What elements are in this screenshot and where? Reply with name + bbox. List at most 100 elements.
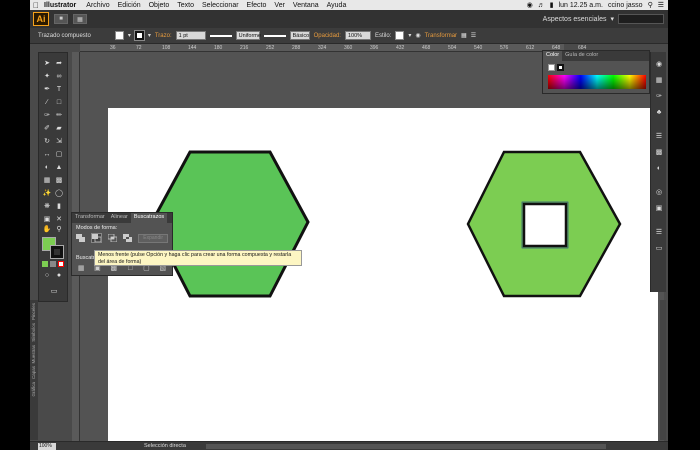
transform-link[interactable]: Transformar — [425, 33, 457, 39]
eraser-icon[interactable]: ▰ — [54, 124, 64, 134]
zoom-level-field[interactable]: 100% — [38, 442, 56, 450]
color-spectrum-bar[interactable] — [548, 75, 646, 89]
tab-transformar[interactable]: Transformar — [72, 213, 108, 223]
artboard-icon[interactable]: ▣ — [42, 215, 52, 225]
help-search-input[interactable] — [618, 14, 664, 24]
menu-efecto[interactable]: Efecto — [243, 2, 271, 9]
width-icon[interactable]: ↔ — [42, 150, 52, 160]
free-transform-icon[interactable]: ▢ — [54, 150, 64, 160]
selection-icon[interactable]: ➤ — [42, 59, 52, 69]
notification-center-icon[interactable]: ☰ — [658, 1, 664, 9]
draw-normal-icon[interactable]: ○ — [42, 271, 52, 281]
chevron-down-icon[interactable]: ▾ — [610, 15, 614, 23]
divide-button[interactable]: ▦ — [76, 263, 86, 273]
vertical-tab[interactable]: Muestras — [31, 345, 36, 364]
user-name[interactable]: ccino jasso — [608, 2, 643, 9]
brushes-icon[interactable]: ✑ — [654, 92, 664, 102]
app-menu-illustrator[interactable]: Illustrator — [42, 2, 82, 9]
workspace-name[interactable]: Aspectos esenciales — [543, 16, 607, 23]
pencil-icon[interactable]: ✏ — [54, 111, 64, 121]
artboard[interactable] — [108, 108, 658, 442]
horizontal-ruler[interactable]: 36 72 108 144 180 216 252 288 324 360 396 432 468 504… — [80, 44, 586, 52]
color-panel-stroke-swatch[interactable] — [557, 64, 564, 71]
variable-width-profile-dropdown[interactable]: Uniforme — [235, 31, 261, 40]
screen-mode-icon[interactable]: ▭ — [48, 287, 60, 297]
recolor-artwork-icon[interactable]: ◉ — [415, 32, 420, 39]
blend-icon[interactable]: ◯ — [54, 189, 64, 199]
transparency-icon[interactable]: ◐ — [654, 164, 664, 174]
menu-seleccionar[interactable]: Seleccionar — [198, 2, 243, 9]
chevron-down-icon[interactable]: ▾ — [128, 32, 131, 39]
direct-selection-icon[interactable]: ➦ — [54, 59, 64, 69]
symbols-icon[interactable]: ♣ — [654, 108, 664, 118]
volume-icon[interactable]: ♬ — [538, 2, 545, 9]
bridge-button[interactable]: ■ — [54, 14, 68, 24]
stroke-icon[interactable]: ☰ — [654, 132, 664, 142]
battery-icon[interactable]: ▮ — [550, 1, 554, 9]
draw-behind-icon[interactable]: ● — [54, 271, 64, 281]
workspace-switcher[interactable]: Aspectos esenciales ▾ — [543, 14, 664, 24]
vertical-tab[interactable]: Pinceles — [31, 303, 36, 320]
blob-brush-icon[interactable]: ✐ — [42, 124, 52, 134]
vertical-tab[interactable]: Símbolos — [31, 323, 36, 342]
clock[interactable]: lun 12.25 a.m. — [559, 2, 603, 9]
current-tool-status[interactable]: Selección directa — [144, 443, 186, 449]
tab-buscatrazos[interactable]: Buscatrazos — [130, 213, 168, 223]
swatches-icon[interactable]: ▦ — [654, 76, 664, 86]
menu-ver[interactable]: Ver — [270, 2, 289, 9]
perspective-icon[interactable]: ▲ — [54, 163, 64, 173]
scale-icon[interactable]: ⇲ — [54, 137, 64, 147]
chevron-down-icon[interactable]: ▾ — [148, 32, 151, 39]
minus-front-button[interactable] — [91, 233, 103, 243]
wifi-icon[interactable]: ◉ — [527, 1, 533, 9]
menu-texto[interactable]: Texto — [173, 2, 198, 9]
tab-alinear[interactable]: Alinear — [108, 213, 131, 223]
magic-wand-icon[interactable]: ✦ — [42, 72, 52, 82]
unite-button[interactable] — [76, 233, 86, 243]
horizontal-scrollbar[interactable] — [205, 443, 606, 449]
menu-ventana[interactable]: Ventana — [289, 2, 323, 9]
spotlight-search-icon[interactable]: ⚲ — [648, 1, 653, 9]
layers-icon[interactable]: ☰ — [654, 228, 664, 238]
apple-icon[interactable]:  — [30, 1, 42, 10]
gradient-icon[interactable]: ▩ — [54, 176, 64, 186]
menu-archivo[interactable]: Archivo — [82, 2, 113, 9]
mesh-icon[interactable]: ▦ — [42, 176, 52, 186]
color-panel-icon[interactable]: ◉ — [654, 60, 664, 70]
hand-icon[interactable]: ✋ — [42, 225, 52, 235]
chevron-down-icon[interactable]: ▾ — [408, 32, 411, 39]
shape-builder-icon[interactable]: ◐ — [42, 163, 52, 173]
lasso-icon[interactable]: ∞ — [54, 72, 64, 82]
artboards-icon[interactable]: ▭ — [654, 244, 664, 254]
gradient-mode-icon[interactable] — [50, 261, 56, 267]
vertical-tab[interactable]: Gráfica — [31, 382, 36, 397]
graph-icon[interactable]: ▮ — [54, 202, 64, 212]
rotate-icon[interactable]: ↻ — [42, 137, 52, 147]
color-mode-icon[interactable] — [42, 261, 48, 267]
menu-edicion[interactable]: Edición — [114, 2, 145, 9]
fill-swatch[interactable] — [114, 31, 124, 40]
graphic-style-swatch[interactable] — [395, 31, 405, 40]
appearance-icon[interactable]: ◎ — [654, 188, 664, 198]
tab-color-guide[interactable]: Guía de color — [562, 51, 601, 61]
align-icon[interactable]: ▦ — [461, 32, 467, 39]
opacity-label[interactable]: Opacidad: — [314, 33, 341, 39]
menu-objeto[interactable]: Objeto — [145, 2, 174, 9]
eyedropper-icon[interactable]: ✨ — [42, 189, 52, 199]
type-icon[interactable]: T — [54, 85, 64, 95]
slice-icon[interactable]: ✕ — [54, 215, 64, 225]
stroke-color-box[interactable] — [50, 245, 64, 259]
intersect-button[interactable] — [108, 233, 118, 243]
arrange-documents-icon[interactable]: ▦ — [73, 14, 87, 24]
symbol-sprayer-icon[interactable]: ❋ — [42, 202, 52, 212]
graphic-styles-icon[interactable]: ▣ — [654, 204, 664, 214]
expand-button[interactable]: Expandir — [138, 233, 169, 243]
menu-ayuda[interactable]: Ayuda — [323, 2, 351, 9]
gradient-panel-icon[interactable]: ▩ — [654, 148, 664, 158]
vertical-scrollbar[interactable] — [660, 300, 666, 440]
panel-menu-icon[interactable]: ☰ — [471, 32, 476, 39]
color-panel-fill-swatch[interactable] — [548, 64, 555, 71]
exclude-button[interactable] — [123, 233, 133, 243]
vertical-tab[interactable]: Capas — [31, 366, 36, 379]
stroke-swatch[interactable] — [133, 30, 145, 41]
